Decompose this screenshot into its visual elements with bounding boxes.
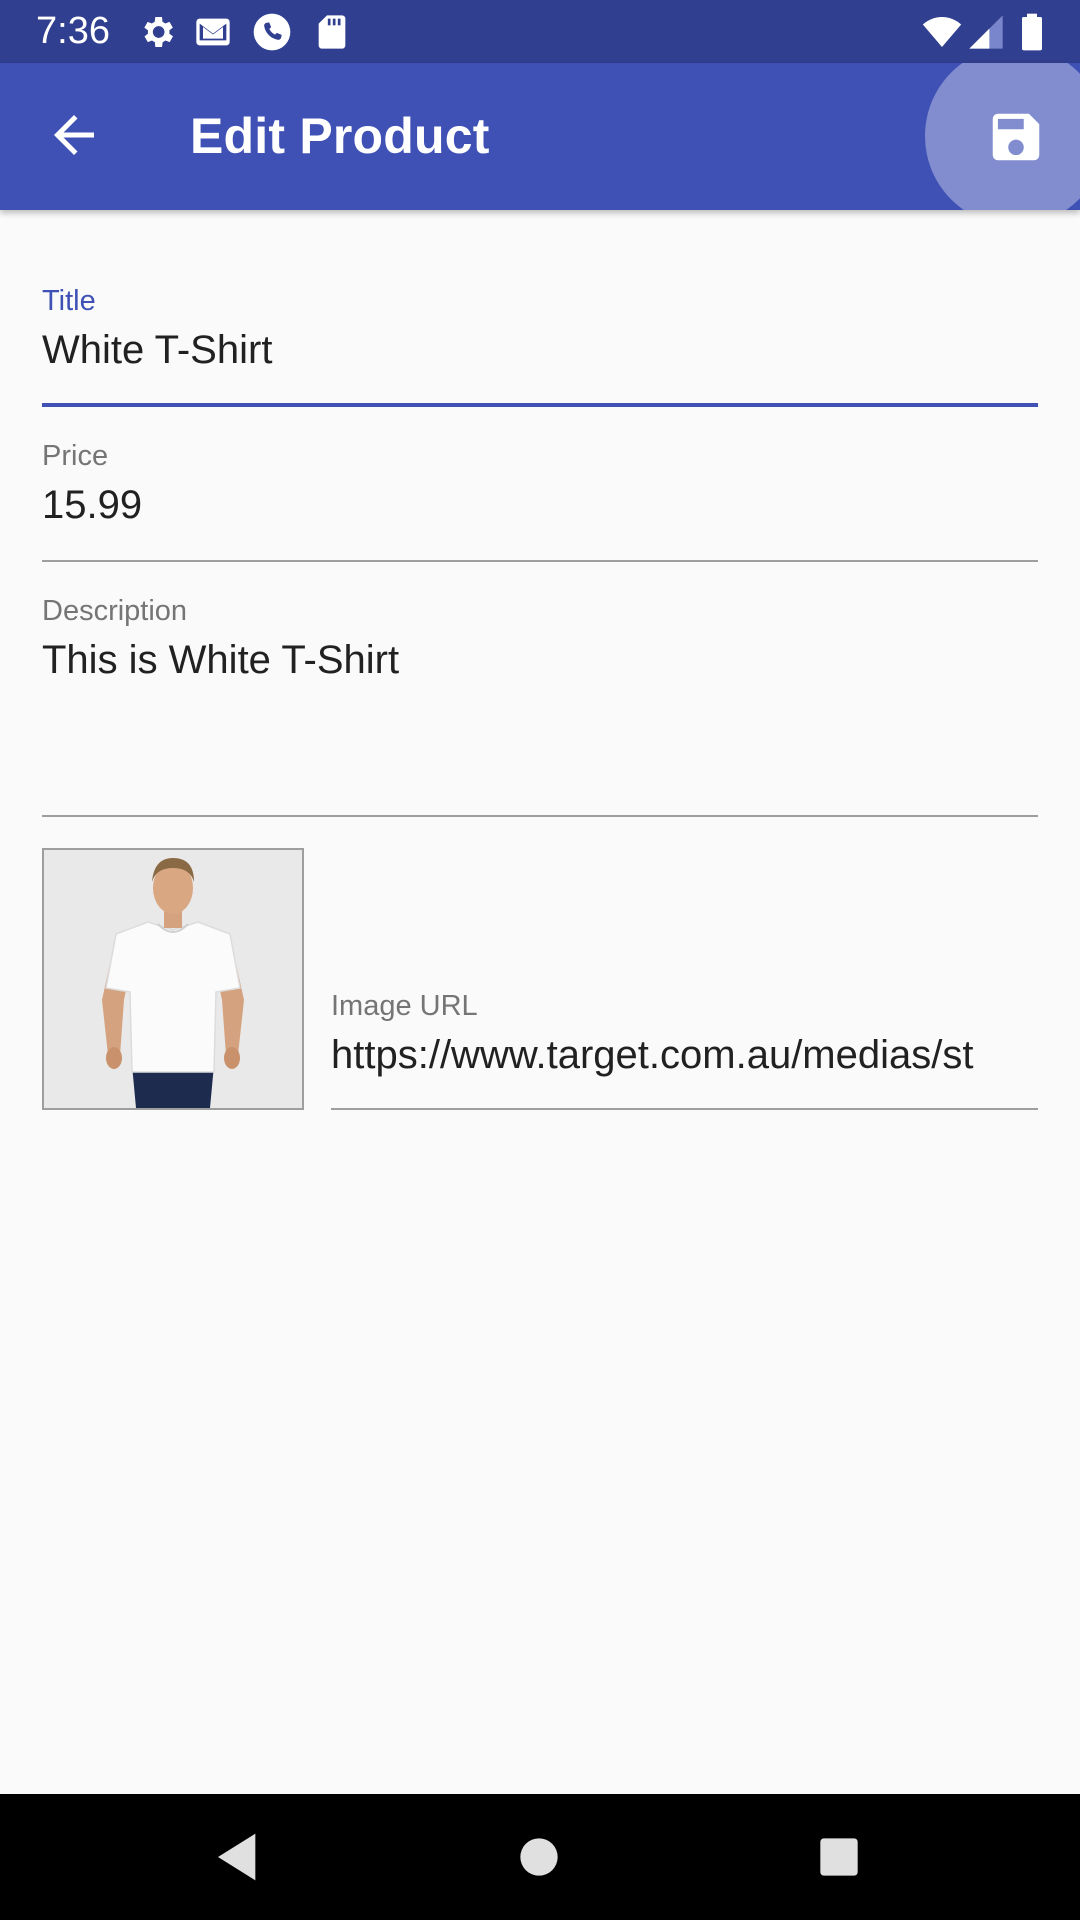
wifi-icon [922,17,962,47]
product-image-preview [42,848,304,1110]
system-nav-bar [0,1794,1080,1920]
status-bar: 7:36 [0,0,1080,63]
price-input[interactable]: 15.99 [42,483,142,528]
title-underline [42,403,1038,407]
battery-icon [1022,13,1042,51]
image-url-underline [331,1108,1038,1110]
status-time: 7:36 [36,10,110,52]
save-icon[interactable] [985,106,1047,168]
title-field[interactable]: Title White T-Shirt [42,285,1038,410]
phone-icon [253,13,291,51]
sd-card-icon [318,15,346,49]
app-bar: Edit Product [0,63,1080,210]
product-image [44,850,302,1108]
image-url-input[interactable]: https://www.target.com.au/medias/st [331,1033,1038,1078]
page-title: Edit Product [190,108,490,164]
title-input[interactable]: White T-Shirt [42,328,272,373]
arrow-back-icon[interactable] [44,105,104,165]
price-field[interactable]: Price 15.99 [42,440,1038,565]
description-field[interactable]: Description This is White T-Shirt [42,595,1038,820]
image-url-field[interactable]: Image URL https://www.target.com.au/medi… [331,990,1038,1112]
description-underline [42,815,1038,817]
description-label: Description [42,595,188,627]
back-triangle-icon[interactable] [211,1829,267,1885]
settings-icon [144,17,173,47]
gmail-icon [196,18,230,46]
home-circle-icon[interactable] [511,1829,567,1885]
recents-square-icon[interactable] [811,1829,867,1885]
price-label: Price [42,440,109,472]
title-label: Title [42,285,96,317]
price-underline [42,560,1038,562]
description-input[interactable]: This is White T-Shirt [42,638,399,683]
image-url-label: Image URL [331,990,478,1022]
signal-icon [969,15,1003,49]
